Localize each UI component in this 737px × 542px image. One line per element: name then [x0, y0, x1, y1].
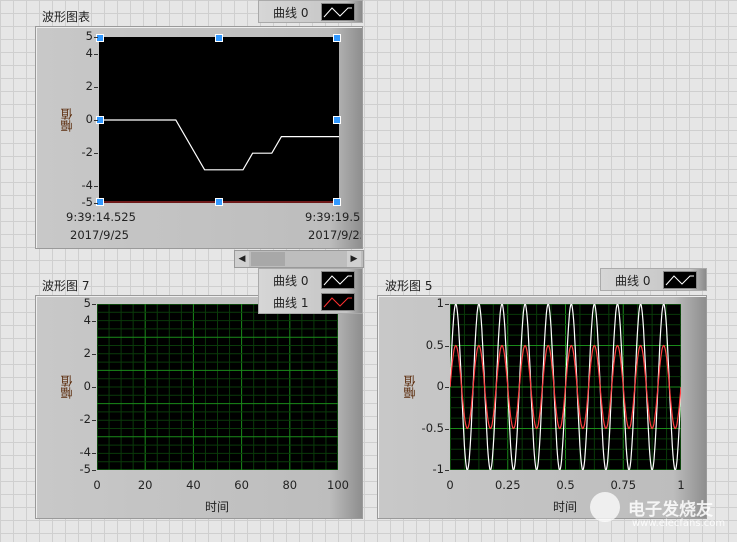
plot-style-swatch[interactable]: [321, 293, 355, 311]
x-tick-label: 0.75: [610, 478, 637, 492]
graph7-plot-area[interactable]: [97, 304, 338, 470]
y-tick-mark: [94, 120, 98, 121]
y-tick-mark: [445, 387, 449, 388]
y-tick-mark: [94, 153, 98, 155]
plot-style-swatch[interactable]: [321, 271, 355, 289]
y-tick-mark: [92, 387, 96, 388]
y-tick-label: -2: [79, 412, 91, 427]
legend-label: 曲线 0: [615, 274, 651, 288]
y-tick-label: -2: [81, 145, 93, 160]
legend-label: 曲线 1: [273, 296, 309, 310]
x-tick-label: 1: [677, 478, 685, 492]
x-end-time: 9:39:19.52: [305, 210, 361, 224]
y-tick-label: 2: [85, 78, 93, 93]
graph5-legend[interactable]: 曲线 0: [600, 268, 707, 291]
chart1-legend[interactable]: 曲线 0: [258, 0, 363, 23]
y-tick-label: 0.5: [425, 337, 444, 352]
chart1-title: 波形图表: [42, 10, 91, 24]
graph5-plot-area[interactable]: [450, 304, 681, 470]
y-tick-label: -4: [81, 178, 93, 193]
y-tick-label: 5: [83, 296, 91, 310]
y-tick-mark: [92, 353, 96, 355]
y-tick-label: 4: [85, 45, 93, 60]
y-tick-mark: [92, 320, 96, 322]
resize-handle[interactable]: [333, 198, 341, 206]
x-start-time: 9:39:14.525: [66, 210, 136, 224]
x-axis-label: 时间: [553, 500, 578, 514]
y-tick-label: 0: [85, 112, 93, 126]
y-tick-mark: [445, 345, 449, 347]
graph7-legend[interactable]: 曲线 0 曲线 1: [258, 268, 363, 314]
y-tick-label: 0: [83, 379, 91, 393]
horizontal-scrollbar[interactable]: ◀ ▶: [234, 250, 364, 268]
watermark-logo-icon: [590, 492, 620, 522]
resize-handle[interactable]: [333, 116, 341, 124]
watermark-url: www.elecfans.com: [632, 518, 726, 529]
resize-handle[interactable]: [96, 34, 104, 42]
y-tick-mark: [94, 86, 98, 88]
y-tick-mark: [94, 203, 98, 204]
x-axis-label: 时间: [205, 500, 230, 514]
y-tick-label: -4: [79, 445, 91, 460]
y-tick-mark: [92, 470, 96, 471]
y-tick-mark: [445, 428, 449, 430]
y-tick-mark: [445, 304, 449, 305]
graph5-title: 波形图 5: [385, 279, 433, 293]
scroll-thumb[interactable]: [251, 252, 285, 266]
y-tick-label: 5: [85, 29, 93, 43]
resize-handle[interactable]: [215, 198, 223, 206]
y-tick-label: 4: [83, 312, 91, 327]
y-tick-mark: [92, 453, 96, 455]
y-tick-mark: [94, 186, 98, 188]
plot-style-swatch[interactable]: [321, 3, 355, 21]
y-tick-label: 2: [83, 345, 91, 360]
resize-handle[interactable]: [333, 34, 341, 42]
resize-handle[interactable]: [215, 34, 223, 42]
x-end-date: 2017/9/25: [308, 228, 361, 242]
y-tick-label: -5: [81, 195, 93, 209]
x-start-date: 2017/9/25: [70, 228, 129, 242]
legend-label: 曲线 0: [273, 6, 309, 20]
x-tick-label: 0.25: [494, 478, 521, 492]
x-tick-label: 100: [327, 478, 349, 492]
y-tick-label: -0.5: [421, 420, 444, 435]
y-tick-mark: [92, 420, 96, 422]
x-tick-label: 0: [446, 478, 454, 492]
y-tick-mark: [445, 470, 449, 471]
watermark-text: 电子发烧友: [628, 500, 713, 520]
graph7-title: 波形图 7: [42, 279, 90, 293]
y-tick-label: 0: [436, 379, 444, 393]
scroll-right-arrow-icon[interactable]: ▶: [347, 251, 361, 267]
chart1-plot-area[interactable]: [99, 37, 339, 203]
y-tick-label: -1: [432, 462, 444, 476]
y-tick-label: 1: [436, 296, 444, 310]
resize-handle[interactable]: [96, 198, 104, 206]
y-tick-mark: [94, 53, 98, 55]
scroll-left-arrow-icon[interactable]: ◀: [235, 251, 249, 267]
plot-style-swatch[interactable]: [663, 271, 697, 289]
x-tick-label: 0.5: [556, 478, 575, 492]
y-tick-label: -5: [79, 462, 91, 476]
y-tick-mark: [92, 304, 96, 305]
legend-label: 曲线 0: [273, 274, 309, 288]
y-tick-mark: [94, 37, 98, 38]
